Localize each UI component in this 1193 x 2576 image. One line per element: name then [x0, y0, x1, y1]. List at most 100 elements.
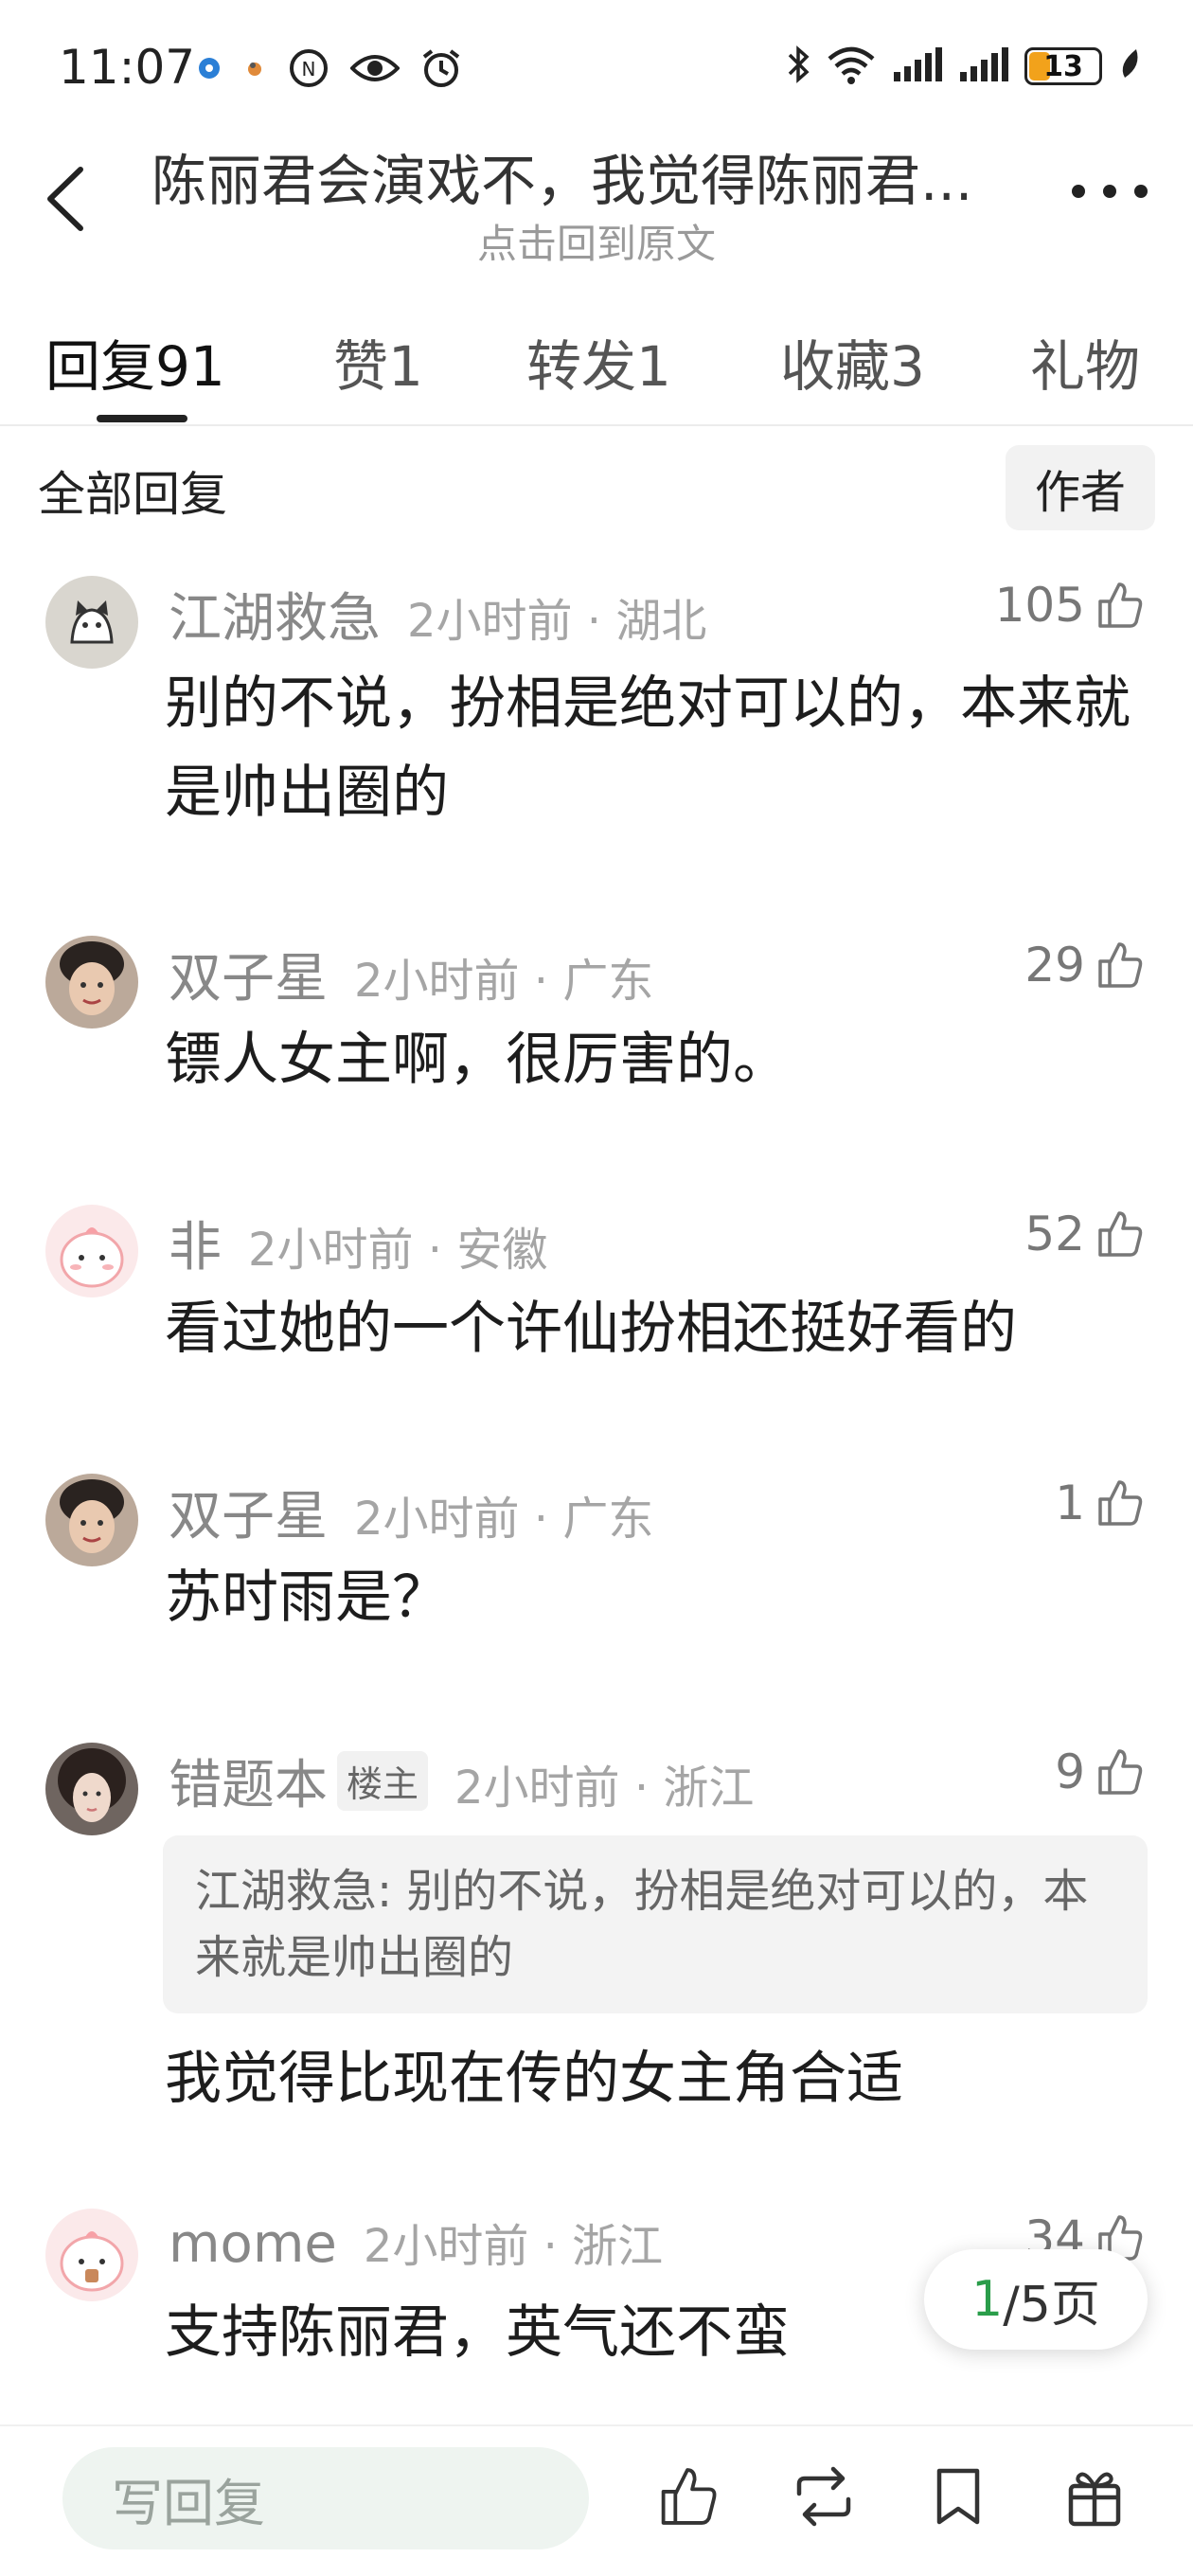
quoted-reply[interactable]: 江湖救急: 别的不说，扮相是绝对可以的，本来就是帅出圈的: [163, 1835, 1148, 2013]
comment-time: 2小时前: [354, 1493, 520, 1546]
leaf-icon: [1117, 47, 1142, 85]
bookmark-button[interactable]: [920, 2459, 996, 2534]
comment-location: 广东: [562, 1493, 654, 1546]
thumbs-up-icon: [1098, 1211, 1143, 1257]
comment-like-button[interactable]: 105: [995, 578, 1144, 633]
gift-button[interactable]: [1057, 2459, 1132, 2534]
like-count: 52: [1024, 1207, 1085, 1261]
tab-active-indicator: [97, 415, 187, 422]
like-button[interactable]: [650, 2459, 725, 2534]
status-left-icons: N: [197, 47, 462, 93]
status-time: 11:07: [59, 40, 196, 95]
comment-location: 安徽: [456, 1224, 548, 1277]
svg-text:N: N: [302, 58, 316, 80]
comment-location: 广东: [562, 955, 654, 1008]
comment-like-button[interactable]: 9: [1055, 1744, 1144, 1799]
comment-time: 2小时前: [354, 955, 520, 1008]
comment-item[interactable]: 双子星 2小时前 · 广东 29 镖人女主啊，很厉害的。: [0, 926, 1193, 1154]
comment-time: 2小时前: [454, 1762, 620, 1815]
tab-label: 礼物: [1030, 334, 1141, 399]
comment-meta: 2小时前 · 广东: [354, 1493, 654, 1546]
gift-icon: [1068, 2472, 1121, 2527]
comment-like-button[interactable]: 29: [1024, 938, 1144, 993]
comment-time: 2小时前: [363, 2220, 529, 2273]
tab-bar: 回复91 赞1 转发1 收藏3 礼物: [0, 313, 1193, 426]
comment-like-button[interactable]: 52: [1024, 1207, 1144, 1261]
comment-like-button[interactable]: 1: [1055, 1476, 1144, 1530]
nfc-icon: N: [288, 47, 329, 93]
author-filter-button[interactable]: 作者: [1006, 445, 1155, 530]
comment-item[interactable]: 错题本 楼主 2小时前 · 浙江 9 江湖救急: 别的不说，扮相是绝对可以的，本…: [0, 1733, 1193, 2131]
comment-header: 江湖救急 2小时前 · 湖北: [169, 576, 706, 653]
comment-header: 非 2小时前 · 安徽: [169, 1205, 547, 1281]
comment-meta: 2小时前 · 浙江: [363, 2220, 664, 2273]
tab-favorites[interactable]: 收藏3: [780, 322, 925, 402]
avatar[interactable]: [45, 936, 138, 1029]
alarm-icon: [420, 47, 462, 93]
header: 陈丽君会演戏不，我觉得陈丽君... 点击回到原文: [0, 133, 1193, 275]
comment-author[interactable]: 错题本: [169, 1743, 328, 1819]
tab-gifts[interactable]: 礼物: [1030, 322, 1140, 402]
thumbs-up-icon: [1098, 582, 1143, 628]
comment-header: 错题本 楼主 2小时前 · 浙江: [169, 1743, 754, 1819]
bookmark-icon: [936, 2468, 980, 2525]
status-right-icons: 13: [786, 44, 1142, 89]
comment-author[interactable]: 非: [169, 1205, 222, 1281]
tab-likes[interactable]: 赞1: [333, 322, 423, 402]
comment-time: 2小时前: [407, 595, 573, 648]
reply-input[interactable]: 写回复: [62, 2447, 589, 2549]
like-count: 29: [1024, 938, 1085, 993]
page-total: /5页: [1003, 2276, 1100, 2334]
tab-count: 1: [636, 334, 671, 399]
tab-count: 3: [890, 334, 925, 399]
notification-dot-icon: [197, 56, 222, 84]
battery-icon: 13: [1024, 47, 1102, 85]
comment-header: 双子星 2小时前 · 广东: [169, 1474, 653, 1550]
thumbs-up-icon: [1098, 942, 1143, 988]
comment-meta: 2小时前 · 安徽: [248, 1224, 548, 1277]
avatar[interactable]: [45, 1743, 138, 1835]
avatar[interactable]: [45, 576, 138, 669]
comment-item[interactable]: 江湖救急 2小时前 · 湖北 105 别的不说，扮相是绝对可以的，本来就是帅出圈…: [0, 566, 1193, 869]
tab-replies[interactable]: 回复91: [45, 322, 225, 402]
pagination-button[interactable]: 1/5页: [924, 2249, 1148, 2350]
comment-header: mome 2小时前 · 浙江: [169, 2209, 663, 2275]
repost-button[interactable]: [786, 2459, 862, 2534]
avatar[interactable]: [45, 2209, 138, 2301]
comment-author[interactable]: 江湖救急: [169, 576, 381, 653]
avatar[interactable]: [45, 1205, 138, 1297]
comment-location: 湖北: [615, 595, 707, 648]
page-current: 1: [971, 2271, 1004, 2328]
comment-text: 苏时雨是？: [165, 1565, 449, 1631]
comment-item[interactable]: 双子星 2小时前 · 广东 1 苏时雨是？: [0, 1464, 1193, 1691]
op-badge: 楼主: [337, 1751, 429, 1811]
comment-meta: 2小时前 · 广东: [354, 955, 654, 1008]
comment-author[interactable]: 双子星: [169, 1474, 328, 1550]
tab-label: 回复: [45, 334, 156, 399]
avatar[interactable]: [45, 1474, 138, 1566]
comment-text: 别的不说，扮相是绝对可以的，本来就是帅出圈的: [165, 671, 1131, 826]
like-count: 105: [994, 578, 1085, 633]
comment-item[interactable]: 非 2小时前 · 安徽 52 看过她的一个许仙扮相还挺好看的: [0, 1195, 1193, 1422]
comment-author[interactable]: mome: [169, 2213, 337, 2275]
comment-text: 镖人女主啊，很厉害的。: [165, 1027, 790, 1093]
like-icon: [661, 2468, 717, 2525]
like-count: 1: [1055, 1476, 1085, 1530]
comment-author[interactable]: 双子星: [169, 936, 328, 1012]
wifi-icon: [826, 44, 877, 89]
repost-icon: [796, 2466, 851, 2527]
tab-label: 收藏: [780, 334, 891, 399]
like-count: 9: [1055, 1744, 1085, 1799]
back-to-original-link[interactable]: 点击回到原文: [0, 212, 1193, 270]
thumbs-up-icon: [1098, 1749, 1143, 1795]
more-button[interactable]: [1072, 172, 1148, 210]
page-title[interactable]: 陈丽君会演戏不，我觉得陈丽君...: [151, 136, 1042, 216]
tab-label: 转发: [526, 334, 637, 399]
battery-text: 13: [1043, 49, 1083, 83]
comment-time: 2小时前: [248, 1224, 414, 1277]
bluetooth-icon: [786, 44, 810, 89]
more-dot: [1072, 185, 1085, 198]
tab-reposts[interactable]: 转发1: [526, 322, 671, 402]
comment-location: 浙江: [663, 1762, 755, 1815]
tab-count: 1: [388, 334, 423, 399]
